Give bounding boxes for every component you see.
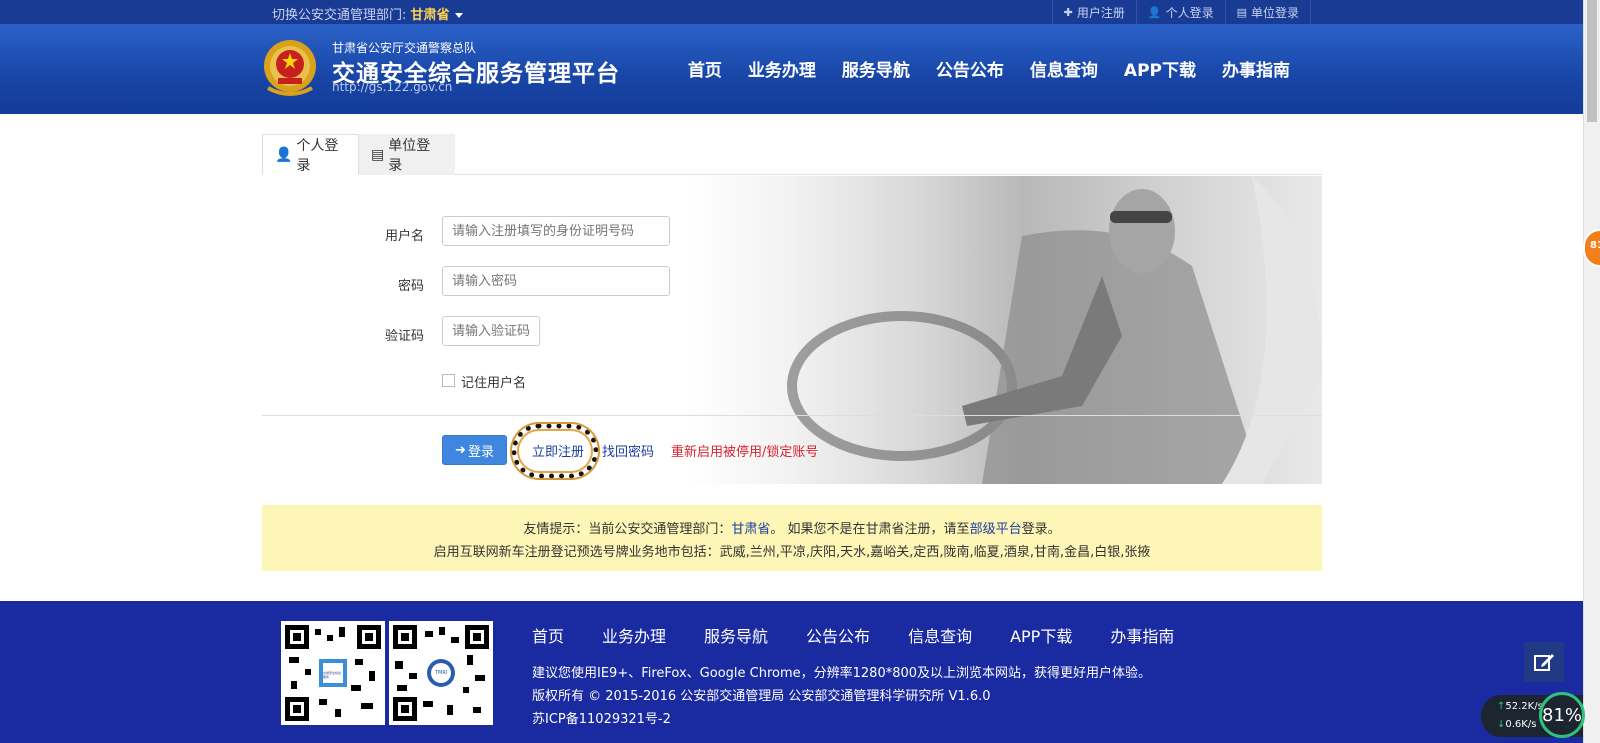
unit-login-link[interactable]: ▤ 单位登录 [1224,0,1311,24]
notice-line-1: 友情提示：当前公安交通管理部门：甘肃省。 如果您不是在甘肃省注册，请至部级平台登… [262,518,1322,537]
sign-in-icon: ➜ [455,442,466,458]
upload-speed-value: 52.2K/s [1505,701,1543,712]
upload-speed: ↑52.2K/s [1497,701,1543,712]
nav-info-query[interactable]: 信息查询 [1030,56,1098,81]
main-nav: 首页 业务办理 服务导航 公告公布 信息查询 APP下载 办事指南 [662,56,1290,81]
edit-icon [1534,654,1554,671]
footer-nav: 首页 业务办理 服务导航 公告公布 信息查询 APP下载 办事指南 [532,623,1212,647]
user-icon: 👤 [275,146,293,163]
user-icon: 👤 [1147,5,1162,19]
download-speed: ↓0.6K/s [1497,719,1536,730]
login-button[interactable]: ➜ 登录 [442,435,507,465]
qr-label-tmri: TMRI [435,670,448,676]
user-register-label: 用户注册 [1076,5,1125,20]
login-tabs: 👤 个人登录 ▤ 单位登录 [262,134,1322,175]
download-speed-value: 0.6K/s [1505,719,1537,730]
footer-nav-home[interactable]: 首页 [532,623,564,647]
qr-label-app: 交通安全综合服务 [323,671,342,679]
page: 切换公安交通管理部门: 甘肃省 ✚ 用户注册 👤 个人登录 ▤ 单位登录 甘肃省公安厅… [0,0,1600,743]
register-now-link[interactable]: 立即注册 [532,441,584,460]
qr-code-tmri: TMRI [389,621,493,725]
footer-nav-announcements[interactable]: 公告公布 [806,623,870,647]
header: 甘肃省公安厅交通警察总队 交通安全综合服务管理平台 http://gs.122.… [0,24,1583,114]
footer: 交通安全综合服务 TMRI 首页 业务办理 服务导航 公告公布 信息查询 APP… [0,601,1583,743]
personal-login-link[interactable]: 👤 个人登录 [1135,0,1225,24]
footer-nav-guide[interactable]: 办事指南 [1110,623,1174,647]
building-icon: ▤ [1236,5,1247,19]
tab-personal-login[interactable]: 👤 个人登录 [262,134,359,175]
nav-announcements[interactable]: 公告公布 [936,56,1004,81]
password-input[interactable] [442,266,670,296]
tab-unit-login[interactable]: ▤ 单位登录 [359,134,455,175]
personal-login-label: 个人登录 [1165,5,1214,20]
browser-tip: 建议您使用IE9+、FireFox、Google Chrome，分辨率1280*… [532,666,1152,681]
nav-home[interactable]: 首页 [688,56,722,81]
building-icon: ▤ [371,146,385,163]
footer-nav-service-guide[interactable]: 服务导航 [704,623,768,647]
caret-down-icon[interactable] [454,13,463,18]
unit-login-label: 单位登录 [1250,5,1299,20]
top-links: ✚ 用户注册 👤 个人登录 ▤ 单位登录 [1051,0,1311,24]
remember-username-checkbox[interactable] [442,374,455,387]
memory-usage-ring[interactable]: 81% [1539,692,1585,738]
notice-prefix: 友情提示：当前公安交通管理部门： [523,522,732,537]
captcha-label: 验证码 [384,329,424,344]
login-button-label: 登录 [467,444,494,460]
police-emblem-logo [264,40,316,96]
top-bar: 切换公安交通管理部门: 甘肃省 ✚ 用户注册 👤 个人登录 ▤ 单位登录 [0,0,1583,24]
notice-suffix: 登录。 [1021,522,1061,537]
qr-code-app: 交通安全综合服务 [281,621,385,725]
edit-feedback-button[interactable] [1524,642,1564,682]
tab-unit-login-label: 单位登录 [388,137,431,174]
current-province[interactable]: 甘肃省 [411,8,450,23]
captcha-input[interactable] [442,316,540,346]
user-register-link[interactable]: ✚ 用户注册 [1051,0,1136,24]
nav-service-guide[interactable]: 服务导航 [842,56,910,81]
notice-province: 甘肃省 [731,522,771,537]
footer-nav-info-query[interactable]: 信息查询 [908,623,972,647]
nav-app-download[interactable]: APP下载 [1124,56,1196,81]
reactivate-account-link[interactable]: 重新启用被停用/锁定账号 [671,441,818,460]
username-label: 用户名 [384,229,424,244]
footer-nav-app-download[interactable]: APP下载 [1010,623,1072,647]
switch-prefix: 切换公安交通管理部门: [272,8,407,23]
forgot-password-link[interactable]: 找回密码 [602,441,654,460]
footer-nav-business[interactable]: 业务办理 [602,623,666,647]
brand-url: http://gs.122.gov.cn [332,80,453,94]
username-input[interactable] [442,216,670,246]
nav-business[interactable]: 业务办理 [748,56,816,81]
tab-personal-login-label: 个人登录 [296,137,339,174]
password-label: 密码 [397,279,424,294]
plus-icon: ✚ [1063,5,1073,19]
scrollbar-thumb[interactable] [1587,0,1597,122]
nav-guide[interactable]: 办事指南 [1222,56,1290,81]
department-switcher[interactable]: 切换公安交通管理部门: 甘肃省 [272,4,463,23]
notice-mid: 。 如果您不是在甘肃省注册，请至 [770,522,970,537]
notice-box: 友情提示：当前公安交通管理部门：甘肃省。 如果您不是在甘肃省注册，请至部级平台登… [262,505,1322,571]
network-speed-widget: ↑52.2K/s ↓0.6K/s 81% [1481,692,1585,738]
ministry-platform-link[interactable]: 部级平台 [970,522,1022,537]
remember-username-label: 记住用户名 [461,376,527,391]
scrollbar[interactable] [1583,0,1600,743]
notice-line-2: 启用互联网新车注册登记预选号牌业务地市包括：武威,兰州,平凉,庆阳,天水,嘉峪关… [433,545,1151,560]
icp-record[interactable]: 苏ICP备11029321号-2 [532,708,671,727]
copyright: 版权所有 © 2015-2016 公安部交通管理局 公安部交通管理科学研究所 V… [532,689,991,704]
form-divider [262,415,1322,416]
